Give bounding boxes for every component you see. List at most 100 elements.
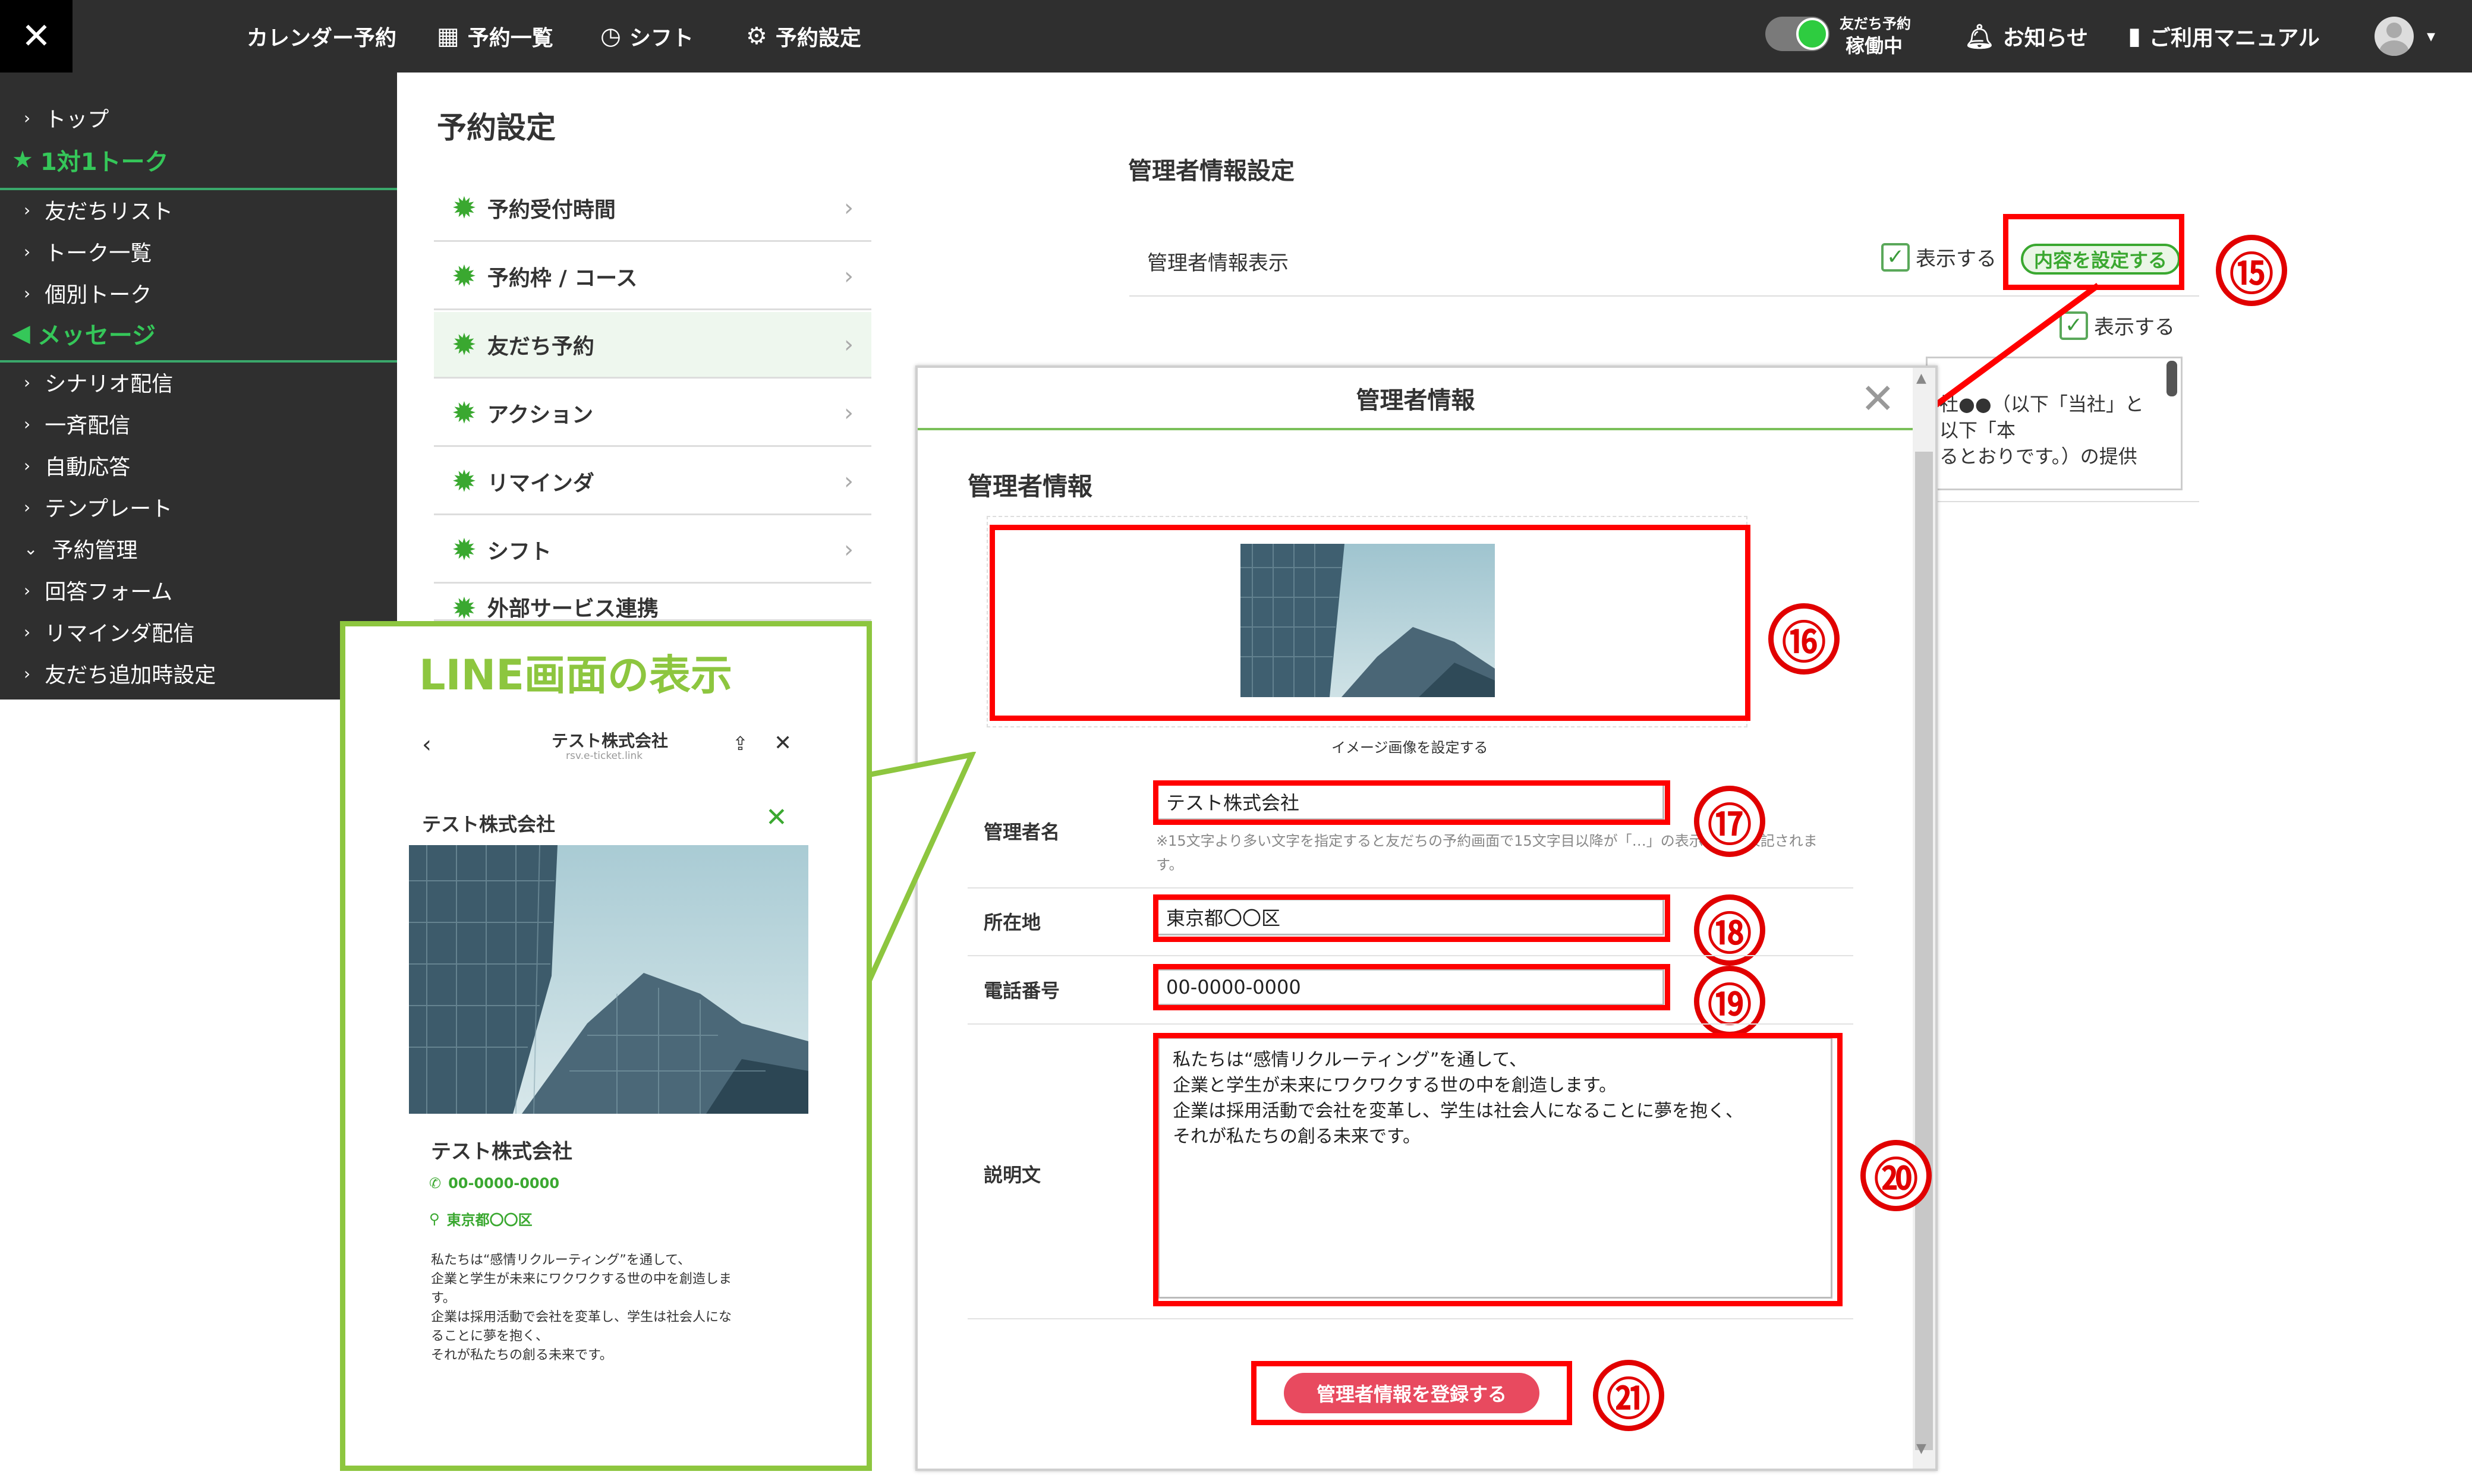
sidebar-item-booking-management[interactable]: ⌄ 予約管理 <box>24 533 137 564</box>
image-caption[interactable]: イメージ画像を設定する <box>1331 736 1488 757</box>
location-pin-icon: ⚲ <box>429 1210 440 1227</box>
preview-company: テスト株式会社 <box>422 813 556 836</box>
collapse-icon[interactable]: ✕ <box>766 802 788 833</box>
close-icon[interactable]: ✕ <box>774 731 792 755</box>
chevron-right-icon: › <box>844 194 854 222</box>
gear-icon: ✹ <box>452 327 477 362</box>
scrollbar-thumb[interactable] <box>2166 361 2177 396</box>
sidebar-item-scenario[interactable]: › シナリオ配信 <box>24 367 173 398</box>
notice-link[interactable]: 🔔︎ お知らせ <box>1964 0 2088 73</box>
phone-icon: ✆ <box>429 1175 442 1192</box>
annotation-box-20 <box>1153 1033 1843 1306</box>
calendar-icon: ▦ <box>437 23 459 50</box>
close-menu-button[interactable]: ✕ <box>0 0 73 73</box>
sidebar: › トップ ★ 1対1トーク › 友だちリスト › トーク一覧 › 個別トーク ◀ メッセー… <box>0 73 397 700</box>
modal-title: 管理者情報 <box>918 368 1913 430</box>
annotation-20: ⑳ <box>1860 1140 1932 1211</box>
check-icon: ✓ <box>1881 242 1910 272</box>
close-icon[interactable]: ✕ <box>1860 374 1895 423</box>
menu-booking-hours[interactable]: ✹ 予約受付時間 › <box>434 175 871 242</box>
clock-icon: ◷ <box>600 23 621 50</box>
name-label: 管理者名 <box>984 821 1060 843</box>
chevron-right-icon: › <box>24 283 31 303</box>
modal-section-title: 管理者情報 <box>968 472 1093 501</box>
preview-image <box>409 845 808 1114</box>
nav-label: 予約一覧 <box>467 26 553 51</box>
divider <box>968 887 1853 888</box>
sidebar-item-friend-add-settings[interactable]: › 友だち追加時設定 <box>24 658 216 689</box>
admin-display-label: 管理者情報表示 <box>1147 251 1289 275</box>
chevron-down-icon[interactable]: ▾ <box>2427 26 2435 46</box>
gear-icon: ⚙ <box>746 23 767 50</box>
nav-calendar-booking[interactable]: カレンダー予約 <box>247 0 396 73</box>
gear-icon: ✹ <box>452 190 477 225</box>
manual-label: ご利用マニュアル <box>2149 26 2320 51</box>
menu-external-service[interactable]: ✹ 外部サービス連携 <box>434 585 871 621</box>
nav-label: シフト <box>629 26 694 51</box>
divider <box>968 955 1853 956</box>
chevron-right-icon: › <box>24 372 31 392</box>
annotation-19: ⑲ <box>1694 966 1765 1037</box>
chevron-right-icon: › <box>24 497 31 517</box>
preview-address[interactable]: ⚲ 東京都〇〇区 <box>429 1208 533 1229</box>
divider <box>0 188 397 190</box>
chevron-right-icon: › <box>844 330 854 358</box>
nav-label: カレンダー予約 <box>247 26 397 51</box>
scroll-down-icon[interactable]: ▼ <box>1916 1441 1926 1456</box>
menu-booking-slots[interactable]: ✹ 予約枠 / コース › <box>434 244 871 310</box>
annotation-box-21 <box>1251 1361 1572 1425</box>
book-icon: ▮ <box>2128 23 2142 50</box>
description-label: 説明文 <box>984 1164 1041 1186</box>
chevron-right-icon: › <box>24 580 31 600</box>
chevron-right-icon: › <box>24 108 31 128</box>
share-icon[interactable]: ⇪ <box>732 732 748 755</box>
nav-booking-settings[interactable]: ⚙ 予約設定 <box>746 0 861 73</box>
modal-scrollbar-thumb[interactable] <box>1915 452 1933 1450</box>
sidebar-section-message: ◀ メッセージ <box>12 320 156 349</box>
sidebar-item-friend-list[interactable]: › 友だちリスト <box>24 194 173 225</box>
gear-icon: ✹ <box>452 532 477 567</box>
nav-booking-list[interactable]: ▦ 予約一覧 <box>437 0 553 73</box>
callout-pointer <box>865 752 977 988</box>
preview-phone[interactable]: ✆ 00-0000-0000 <box>429 1175 559 1192</box>
divider <box>968 1023 1853 1025</box>
friend-booking-toggle[interactable] <box>1765 17 1829 51</box>
star-icon: ★ <box>12 146 33 174</box>
bell-icon: 🔔︎ <box>1964 23 1995 51</box>
sidebar-item-broadcast[interactable]: › 一斉配信 <box>24 408 130 439</box>
back-icon[interactable]: ‹ <box>422 731 432 758</box>
chevron-right-icon: › <box>24 414 31 434</box>
notice-label: お知らせ <box>2002 26 2089 51</box>
sidebar-item-reminder[interactable]: › リマインダ配信 <box>24 616 194 647</box>
sidebar-item-auto-reply[interactable]: › 自動応答 <box>24 450 130 481</box>
chevron-right-icon: › <box>844 467 854 495</box>
address-label: 所在地 <box>984 911 1041 934</box>
sidebar-item-talk-list[interactable]: › トーク一覧 <box>24 236 152 267</box>
annotation-box-15 <box>2003 214 2184 290</box>
menu-reminder[interactable]: ✹ リマインダ › <box>434 449 871 515</box>
menu-friend-booking[interactable]: ✹ 友だち予約 › <box>434 312 871 379</box>
sidebar-item-template[interactable]: › テンプレート <box>24 491 172 522</box>
sidebar-item-individual-talk[interactable]: › 個別トーク <box>24 278 152 308</box>
annotation-box-17 <box>1153 780 1670 825</box>
menu-action[interactable]: ✹ アクション › <box>434 380 871 447</box>
show-checkbox-1[interactable]: ✓ 表示する <box>1881 242 1997 272</box>
sidebar-item-top[interactable]: › トップ <box>24 102 109 133</box>
avatar[interactable] <box>2375 17 2414 56</box>
chevron-right-icon: › <box>24 200 31 220</box>
menu-shift[interactable]: ✹ シフト › <box>434 517 871 584</box>
manual-link[interactable]: ▮ ご利用マニュアル <box>2128 0 2320 73</box>
nav-shift[interactable]: ◷ シフト <box>600 0 694 73</box>
page-title: 予約設定 <box>437 111 556 145</box>
chevron-right-icon: › <box>24 622 31 642</box>
sidebar-item-answer-form[interactable]: › 回答フォーム <box>24 575 172 606</box>
annotation-box-16 <box>990 525 1750 721</box>
chevron-down-icon: ⌄ <box>24 538 38 559</box>
divider <box>1926 501 2199 502</box>
scroll-up-icon[interactable]: ▲ <box>1916 371 1926 386</box>
preview-header-title: テスト株式会社 <box>552 731 669 751</box>
friend-booking-status-bottom: 稼働中 <box>1846 34 1903 57</box>
annotation-box-18 <box>1153 894 1670 942</box>
divider <box>0 360 397 363</box>
sidebar-section-talk: ★ 1対1トーク <box>12 146 169 176</box>
